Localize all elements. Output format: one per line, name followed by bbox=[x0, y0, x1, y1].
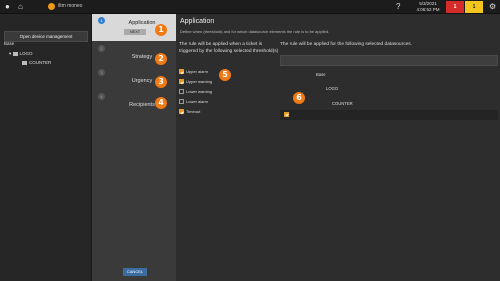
checkbox[interactable] bbox=[179, 89, 184, 95]
device-icon bbox=[12, 51, 18, 56]
alarm-yellow-indicator[interactable]: 1 bbox=[465, 1, 483, 13]
date-time: 5/3/2021 4:06:52 PM bbox=[412, 1, 444, 13]
checkbox[interactable] bbox=[179, 69, 184, 75]
checkbox-label: Lower warning bbox=[186, 89, 213, 94]
checkbox-label: Upper warning bbox=[186, 79, 213, 84]
alarm-red-count: 1 bbox=[453, 4, 457, 10]
alarm-red-indicator[interactable]: 1 bbox=[446, 1, 464, 13]
tree-node-logo[interactable]: ▾ LOGO bbox=[9, 51, 33, 57]
tree-node-label: LOGO bbox=[19, 51, 33, 56]
checkbox[interactable] bbox=[179, 79, 184, 85]
page-description: Define when (threshold) and for which da… bbox=[180, 29, 330, 34]
threshold-heading: The rule will be applied when a ticket i… bbox=[179, 42, 279, 54]
datasource-row-counter[interactable] bbox=[280, 110, 498, 120]
checkbox-label: Lower alarm bbox=[186, 99, 209, 104]
threshold-upper-warning[interactable]: Upper warning bbox=[179, 79, 212, 85]
callout-badge-5: 5 bbox=[219, 69, 231, 81]
application-form: Application Define when (threshold) and … bbox=[176, 14, 500, 281]
callout-badge-1: 1 bbox=[155, 24, 167, 36]
top-bar: ● ⌂ iltm moneo ? 5/3/2021 4:06:52 PM 1 1… bbox=[0, 0, 500, 14]
checkbox[interactable] bbox=[179, 99, 184, 105]
home-icon[interactable]: ⌂ bbox=[18, 2, 23, 12]
settings-icon[interactable]: ⚙ bbox=[489, 2, 496, 12]
callout-badge-6: 6 bbox=[293, 92, 305, 104]
time-text: 4:06:52 PM bbox=[416, 7, 440, 12]
datasource-heading: The rule will be applied for the followi… bbox=[280, 42, 412, 47]
checkbox-label: Timeout bbox=[186, 109, 201, 114]
checkbox-label: Upper alarm bbox=[186, 69, 209, 74]
callout-badge-4: 4 bbox=[155, 97, 167, 109]
tree-node-counter[interactable]: COUNTER bbox=[22, 60, 51, 65]
step-number: 1 bbox=[98, 17, 105, 24]
tree-node-label: Base bbox=[4, 41, 15, 46]
datasource-item-base[interactable]: Base bbox=[316, 72, 326, 77]
threshold-lower-alarm[interactable]: Lower alarm bbox=[179, 99, 208, 105]
checkbox[interactable] bbox=[179, 109, 184, 115]
counter-icon bbox=[22, 60, 27, 65]
cancel-button[interactable]: CANCEL bbox=[123, 268, 147, 276]
threshold-upper-alarm[interactable]: Upper alarm bbox=[179, 69, 208, 75]
callout-badge-3: 3 bbox=[155, 76, 167, 88]
device-tree-panel: Open device management Base ▾ LOGO COUNT… bbox=[0, 14, 92, 281]
step-number: 2 bbox=[98, 45, 105, 52]
threshold-timeout[interactable]: Timeout bbox=[179, 109, 200, 115]
app-name: iltm moneo bbox=[58, 3, 83, 9]
next-button[interactable]: NEXT bbox=[124, 29, 146, 35]
datasource-search-input[interactable] bbox=[280, 55, 498, 66]
threshold-lower-warning[interactable]: Lower warning bbox=[179, 89, 212, 95]
app-logo bbox=[48, 3, 55, 10]
datasource-item-counter[interactable]: COUNTER bbox=[332, 101, 353, 106]
alarm-yellow-count: 1 bbox=[472, 4, 476, 10]
open-device-management-button[interactable]: Open device management bbox=[4, 31, 88, 42]
callout-badge-2: 2 bbox=[155, 53, 167, 65]
tree-node-label: COUNTER bbox=[29, 60, 52, 65]
user-icon[interactable]: ● bbox=[5, 2, 10, 12]
tree-node-base[interactable]: Base bbox=[4, 41, 14, 46]
step-number: 4 bbox=[98, 93, 105, 100]
datasource-item-logo[interactable]: LOGO bbox=[326, 86, 338, 91]
page-title: Application bbox=[180, 18, 215, 25]
help-icon[interactable]: ? bbox=[396, 2, 400, 12]
datasource-checkbox-counter[interactable] bbox=[284, 112, 289, 117]
step-number: 3 bbox=[98, 69, 105, 76]
